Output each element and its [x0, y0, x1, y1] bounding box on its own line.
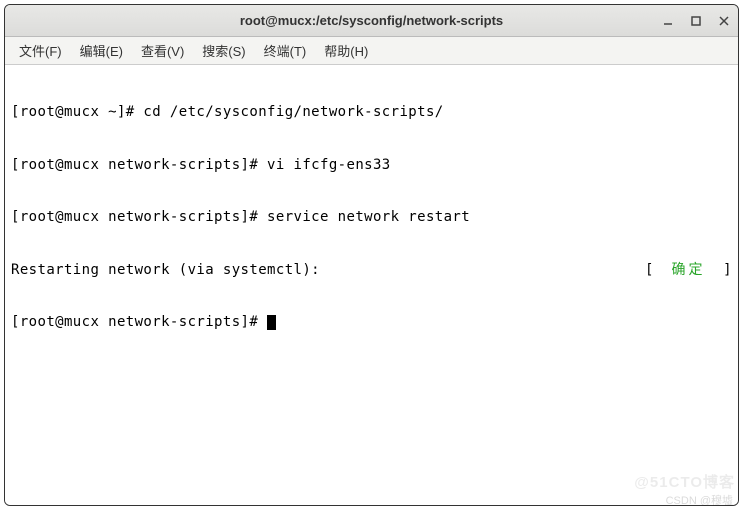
titlebar: root@mucx:/etc/sysconfig/network-scripts [5, 5, 738, 37]
close-icon [718, 15, 730, 27]
terminal-window: root@mucx:/etc/sysconfig/network-scripts… [4, 4, 739, 506]
window-title: root@mucx:/etc/sysconfig/network-scripts [240, 13, 503, 28]
maximize-icon [690, 15, 702, 27]
window-controls [660, 13, 732, 29]
terminal-line: [root@mucx network-scripts]# service net… [11, 209, 732, 227]
status-ok-text: 确定 [672, 262, 706, 278]
menubar: 文件(F) 编辑(E) 查看(V) 搜索(S) 终端(T) 帮助(H) [5, 37, 738, 65]
maximize-button[interactable] [688, 13, 704, 29]
menu-file[interactable]: 文件(F) [11, 37, 70, 64]
terminal-status-line: Restarting network (via systemctl): [ 确定… [11, 262, 732, 280]
menu-view[interactable]: 查看(V) [133, 37, 192, 64]
terminal-line: [root@mucx network-scripts]# vi ifcfg-en… [11, 157, 732, 175]
status-right: [ 确定 ] [645, 262, 732, 280]
menu-edit[interactable]: 编辑(E) [72, 37, 131, 64]
terminal-output[interactable]: [root@mucx ~]# cd /etc/sysconfig/network… [5, 65, 738, 505]
menu-search[interactable]: 搜索(S) [194, 37, 253, 64]
menu-help[interactable]: 帮助(H) [316, 37, 376, 64]
minimize-button[interactable] [660, 13, 676, 29]
status-left: Restarting network (via systemctl): [11, 262, 320, 280]
close-button[interactable] [716, 13, 732, 29]
terminal-line: [root@mucx ~]# cd /etc/sysconfig/network… [11, 104, 732, 122]
prompt-text: [root@mucx network-scripts]# [11, 314, 267, 330]
menu-terminal[interactable]: 终端(T) [256, 37, 315, 64]
terminal-prompt-line: [root@mucx network-scripts]# [11, 314, 732, 332]
minimize-icon [662, 15, 674, 27]
cursor [267, 315, 276, 330]
